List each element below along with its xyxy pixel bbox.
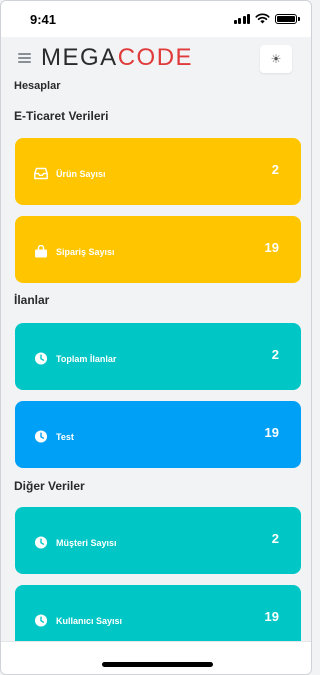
theme-toggle-button[interactable]: ☀ [260,45,292,73]
clock-icon [34,352,48,365]
menu-icon[interactable] [18,53,31,63]
clock-icon [34,430,48,443]
section-title-ilanlar: İlanlar [14,293,50,307]
home-indicator[interactable] [102,662,213,667]
phone-frame: 9:41 MEGACODE ☀ Hesaplar E-Ticaret Veril… [0,0,312,675]
card-value: 19 [264,240,279,255]
stat-card-musteri[interactable]: Müşteri Sayısı 2 [15,507,301,574]
section-title-diger: Diğer Veriler [14,479,85,493]
home-bar-area [1,641,311,674]
status-icons [233,13,300,24]
clock-icon [34,614,48,627]
stat-card-kullanici[interactable]: Kullanıcı Sayısı 19 [15,585,301,641]
stat-card-siparis[interactable]: Sipariş Sayısı 19 [15,216,301,283]
status-time: 9:41 [30,12,57,27]
app-header: MEGACODE ☀ [1,37,311,79]
card-label: Test [56,432,74,442]
card-value: 19 [264,609,279,624]
stat-card-toplam-ilanlar[interactable]: Toplam İlanlar 2 [15,323,301,390]
card-value: 2 [271,531,279,546]
status-bar: 9:41 [1,1,311,37]
page-title: Hesaplar [14,80,61,92]
app-logo: MEGACODE [41,44,194,71]
stat-card-urun[interactable]: Ürün Sayısı 2 [15,138,301,205]
stat-card-test[interactable]: Test 19 [15,401,301,468]
main-content: Hesaplar E-Ticaret Verileri Ürün Sayısı … [1,79,311,641]
signal-icon [233,13,250,24]
sun-icon: ☀ [270,52,282,66]
battery-icon [275,13,300,24]
inbox-icon [34,167,48,180]
section-title-eticaret: E-Ticaret Verileri [14,109,109,123]
card-label: Ürün Sayısı [56,169,106,179]
card-label: Toplam İlanlar [56,354,117,364]
clock-icon [34,536,48,549]
card-value: 19 [264,425,279,440]
card-value: 2 [271,347,279,362]
shopping-bag-icon [35,245,47,258]
card-label: Sipariş Sayısı [56,247,115,257]
wifi-icon [255,13,270,24]
card-value: 2 [271,162,279,177]
card-label: Müşteri Sayısı [56,538,117,548]
card-label: Kullanıcı Sayısı [56,616,123,626]
